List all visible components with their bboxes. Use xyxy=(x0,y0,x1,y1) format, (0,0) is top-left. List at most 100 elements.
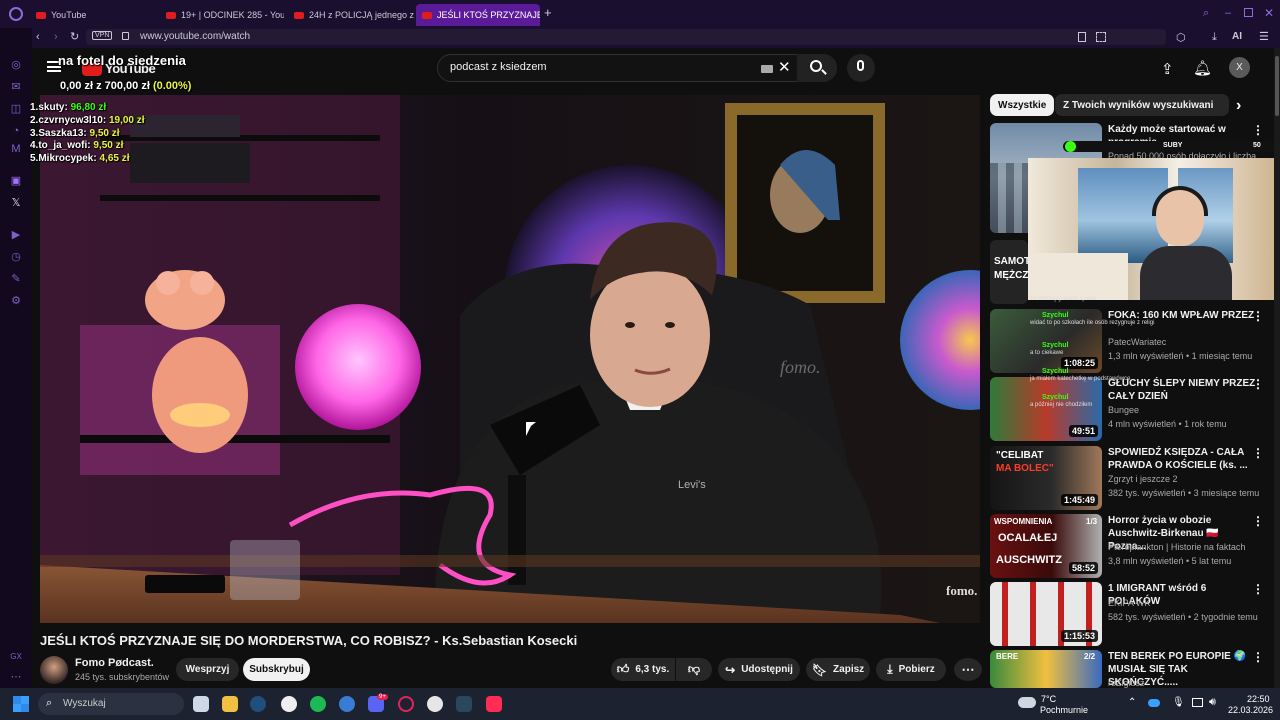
tab-policja[interactable]: 24H z POLICJĄ jednego z xyxy=(288,4,414,26)
more-options-icon[interactable]: ⋮ xyxy=(1252,446,1264,460)
twitch-icon[interactable]: ▣ xyxy=(9,174,23,188)
more-options-icon[interactable]: ⋮ xyxy=(1252,309,1264,323)
back-icon[interactable]: ‹ xyxy=(36,31,40,43)
steam-alt-icon[interactable] xyxy=(456,696,472,712)
opera-logo-icon[interactable] xyxy=(9,7,23,21)
channel-name[interactable]: PatecWariatec xyxy=(1108,337,1166,347)
ai-sidebar-icon[interactable]: ◎ xyxy=(9,58,23,72)
more-options-icon[interactable]: ⋮ xyxy=(1252,377,1264,391)
taskbar-search-box[interactable]: ⌕ Wyszukaj xyxy=(38,693,184,715)
tray-network-icon[interactable] xyxy=(1192,698,1203,707)
more-options-icon[interactable]: ⋮ xyxy=(1252,582,1264,596)
forward-icon[interactable]: › xyxy=(54,31,58,43)
channel-name[interactable]: Fomo Pødcast. xyxy=(75,657,154,669)
voice-search-button[interactable] xyxy=(847,54,875,82)
video-player[interactable]: fomo. Levi's fomo. xyxy=(40,95,980,623)
download-toolbar-icon[interactable]: ⤓ xyxy=(1212,31,1217,44)
recommendation-item[interactable]: 49:51 GŁUCHY ŚLEPY NIEMY PRZEZ CAŁY DZIE… xyxy=(990,377,1275,441)
video-thumbnail[interactable]: "CELIBAT MA BOLEC" 1:45:49 xyxy=(990,446,1102,510)
weather-cloud-icon[interactable] xyxy=(1018,697,1036,708)
player-icon[interactable]: ▶ xyxy=(9,228,23,242)
recommendation-item[interactable]: BERE 2/2 TEN BEREK PO EUROPIE 🌍 MUSIAŁ S… xyxy=(990,650,1275,688)
scrollbar-thumb[interactable] xyxy=(1275,56,1279,116)
like-button[interactable]: 👍︎ 6,3 tys. xyxy=(611,658,675,681)
video-thumbnail[interactable]: BERE 2/2 xyxy=(990,650,1102,688)
recommendation-item[interactable]: "CELIBAT MA BOLEC" 1:45:49 SPOWIEDŹ KSIĘ… xyxy=(990,446,1275,510)
save-button[interactable]: 🔖︎ Zapisz xyxy=(806,658,870,681)
dislike-button[interactable]: 👎︎ xyxy=(676,658,712,681)
search-input[interactable]: podcast z ksiedzem xyxy=(450,61,547,73)
url-field[interactable]: VPN www.youtube.com/watch xyxy=(86,29,1166,45)
channel-avatar[interactable] xyxy=(40,656,68,684)
video-title[interactable]: SPOWIEDŹ KSIĘDZA - CAŁA PRAWDA O KOŚCIEL… xyxy=(1108,446,1258,472)
windows-start-icon[interactable] xyxy=(13,696,29,712)
gx-icon[interactable]: GX xyxy=(9,650,23,664)
subscribe-button[interactable]: Subskrybuj xyxy=(243,658,310,681)
pinboard-icon[interactable]: ✎ xyxy=(9,272,23,286)
more-actions-button[interactable]: ⋯ xyxy=(954,658,982,681)
snapshot-icon[interactable] xyxy=(1096,32,1106,42)
maximize-window-icon[interactable] xyxy=(1244,8,1253,17)
more-options-icon[interactable]: ⋮ xyxy=(1252,650,1264,664)
clock-time[interactable]: 22:50 xyxy=(1247,694,1270,704)
chip-all[interactable]: Wszystkie xyxy=(990,94,1055,116)
page-scrollbar[interactable] xyxy=(1274,48,1280,688)
tray-volume-icon[interactable]: 🔊︎ xyxy=(1209,696,1216,709)
tab-youtube[interactable]: YouTube xyxy=(30,4,158,26)
share-button[interactable]: ↪ Udostępnij xyxy=(718,658,800,681)
close-window-icon[interactable]: ✕ xyxy=(1264,6,1274,20)
channel-name[interactable]: Bungee xyxy=(1108,405,1139,415)
search-box[interactable]: podcast z ksiedzem ✕ xyxy=(437,54,837,82)
vpn-badge[interactable]: VPN xyxy=(92,31,113,40)
download-button[interactable]: ⤓ Pobierz xyxy=(876,658,946,681)
extensions-icon[interactable]: ⬡ xyxy=(1176,31,1186,44)
clear-search-icon[interactable]: ✕ xyxy=(778,58,791,76)
tiktok-icon[interactable] xyxy=(486,696,502,712)
video-thumbnail[interactable]: WSPOMNIENIA 1/3 OCALAŁEJ AUSCHWITZ 58:52 xyxy=(990,514,1102,578)
search-button[interactable] xyxy=(797,54,837,82)
weather-desc[interactable]: Pochmurnie xyxy=(1040,705,1088,715)
tray-microphone-icon[interactable]: 🎙︎ xyxy=(1172,697,1185,708)
channel-name[interactable]: Zgrzyt i jeszcze 2 xyxy=(1108,474,1178,484)
notifications-bell-icon[interactable]: 🔔︎ xyxy=(1193,59,1212,77)
obs-icon[interactable] xyxy=(281,696,297,712)
spotify-icon[interactable] xyxy=(310,696,326,712)
ccleaner-icon[interactable] xyxy=(339,696,355,712)
channel-name[interactable]: Pteroplankton | Historie na faktach xyxy=(1108,542,1245,552)
recommendation-item[interactable]: 1:15:53 1 IMIGRANT wśród 6 POLAKÓW EKIPA… xyxy=(990,582,1275,646)
weather-temp[interactable]: 7°C xyxy=(1041,694,1056,704)
video-title[interactable]: GŁUCHY ŚLEPY NIEMY PRZEZ CAŁY DZIEŃ xyxy=(1108,377,1258,403)
video-thumbnail[interactable]: 49:51 xyxy=(990,377,1102,441)
chips-next-icon[interactable]: › xyxy=(1236,97,1241,115)
chip-from-search[interactable]: Z Twoich wyników wyszukiwania xyxy=(1055,94,1227,116)
tab-active-video[interactable]: JEŚLI KTOŚ PRZYZNAJE S xyxy=(416,4,540,26)
history-icon[interactable]: ◷ xyxy=(9,250,23,264)
recommendation-item[interactable]: WSPOMNIENIA 1/3 OCALAŁEJ AUSCHWITZ 58:52… xyxy=(990,514,1275,578)
account-avatar[interactable]: X xyxy=(1229,57,1250,78)
menu-icon[interactable]: ☰ xyxy=(1259,30,1269,43)
new-tab-icon[interactable]: + xyxy=(544,6,556,19)
whatsapp-icon[interactable]: ◔ xyxy=(9,124,23,138)
more-options-icon[interactable]: ⋮ xyxy=(1252,123,1264,137)
steam-icon[interactable] xyxy=(250,696,266,712)
tray-chevron-icon[interactable]: ⌃ xyxy=(1128,697,1136,708)
keyboard-icon[interactable] xyxy=(761,65,773,73)
bookmark-icon[interactable] xyxy=(1078,32,1086,42)
more-options-icon[interactable]: ⋮ xyxy=(1252,514,1264,528)
aria-ai-button[interactable]: AI xyxy=(1232,31,1242,42)
search-tabs-icon[interactable]: ⌕ xyxy=(1203,7,1209,20)
tab-odcinek[interactable]: 19+ | ODCINEK 285 - You xyxy=(160,4,284,26)
channel-name[interactable]: EKIPA WK xyxy=(1108,598,1150,608)
support-button[interactable]: Wesprzyj xyxy=(176,658,239,681)
video-thumbnail[interactable]: 1:15:53 xyxy=(990,582,1102,646)
channel-name[interactable]: reZigiusz xyxy=(1108,678,1145,688)
tray-onedrive-icon[interactable] xyxy=(1148,699,1160,707)
instagram-icon[interactable]: ◫ xyxy=(9,102,23,116)
messenger-icon[interactable]: ✉ xyxy=(9,80,23,94)
minimize-window-icon[interactable]: – xyxy=(1225,7,1231,19)
chip-more[interactable] xyxy=(1213,94,1229,116)
video-thumbnail[interactable]: SAMOT MĘŻCZ xyxy=(990,240,1028,304)
upload-icon[interactable]: ⇪ xyxy=(1161,60,1174,78)
file-explorer-icon[interactable] xyxy=(222,696,238,712)
settings-gear-icon[interactable]: ⚙ xyxy=(9,294,23,308)
